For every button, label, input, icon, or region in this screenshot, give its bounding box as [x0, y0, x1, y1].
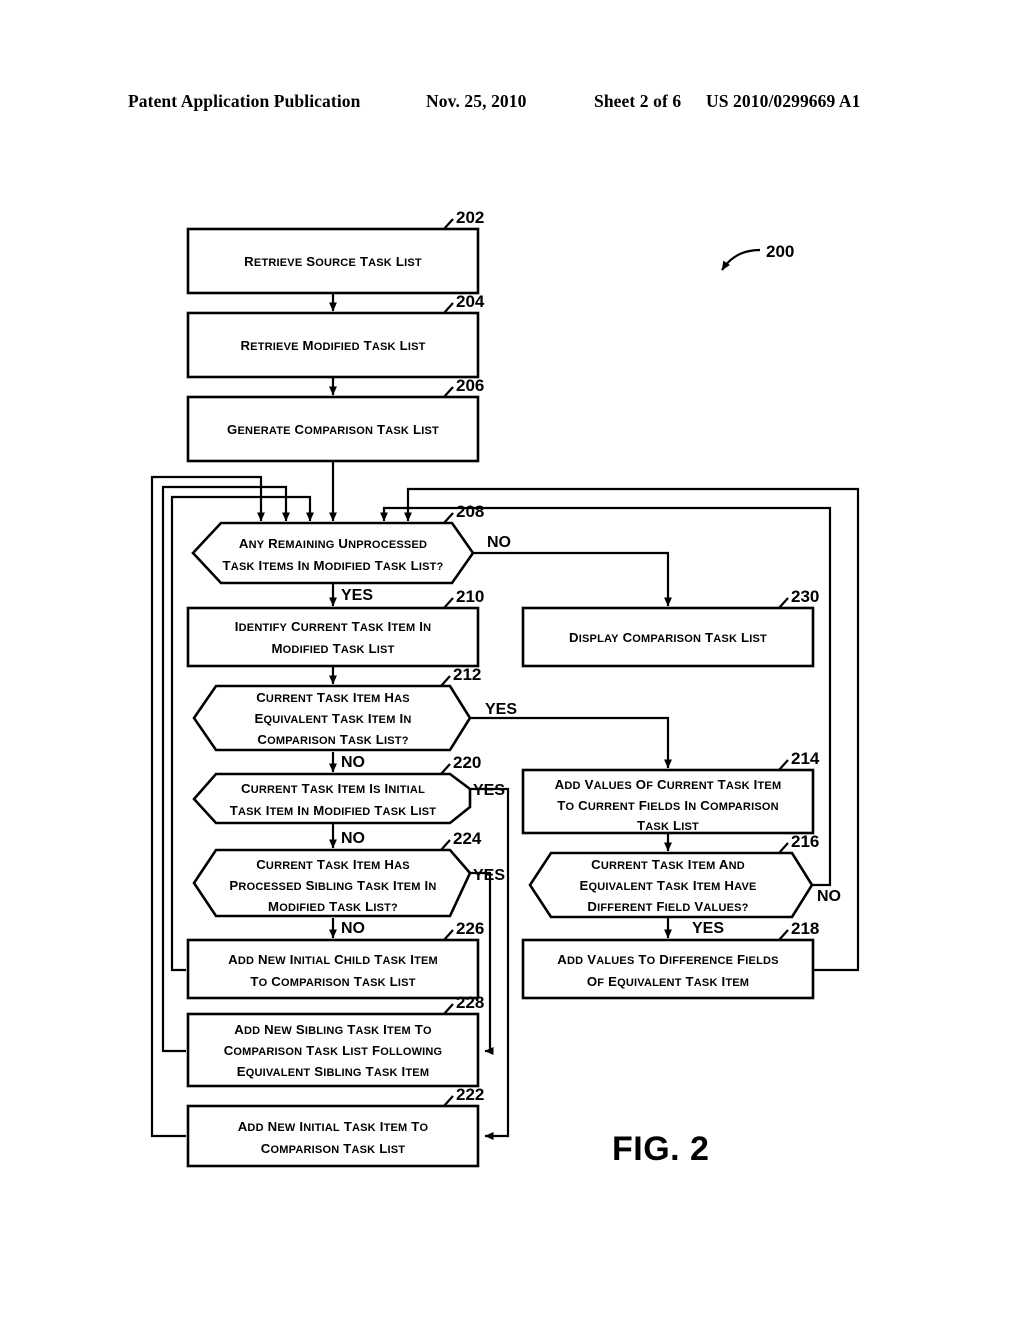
node-212[interactable]: CURRENT TASK ITEM HAS EQUIVALENT TASK IT… — [192, 665, 481, 752]
node-228-line-3: EQUIVALENT SIBLING TASK ITEM — [237, 1064, 429, 1079]
node-208-ref: 208 — [456, 502, 484, 521]
node-216-line-1: CURRENT TASK ITEM AND — [591, 857, 745, 872]
node-204-leader — [443, 302, 454, 314]
node-224-ref: 224 — [453, 829, 482, 848]
node-220-leader — [440, 763, 451, 775]
node-212-leader — [440, 675, 451, 687]
branch-label-212-yes: YES — [485, 701, 517, 718]
diagram-reference-200-leader — [721, 248, 761, 271]
node-226-line-1: ADD NEW INITIAL CHILD TASK ITEM — [228, 952, 438, 967]
node-224-line-1: CURRENT TASK ITEM HAS — [256, 857, 410, 872]
node-204-line-1: RETRIEVE MODIFIED TASK LIST — [240, 338, 425, 353]
node-202[interactable]: RETRIEVE SOURCE TASK LIST 202 — [186, 208, 484, 295]
branch-label-224-no: NO — [341, 920, 365, 937]
node-212-line-1: CURRENT TASK ITEM HAS — [256, 690, 410, 705]
node-218-leader — [778, 929, 789, 941]
node-216-line-2: EQUIVALENT TASK ITEM HAVE — [579, 878, 756, 893]
branch-label-220-no: NO — [341, 830, 365, 847]
node-220-line-2: TASK ITEM IN MODIFIED TASK LIST — [230, 803, 437, 818]
node-222-leader — [443, 1095, 454, 1107]
node-216-line-3: DIFFERENT FIELD VALUES? — [587, 899, 748, 914]
node-224-leader — [440, 839, 451, 851]
node-228-line-1: ADD NEW SIBLING TASK ITEM TO — [234, 1022, 432, 1037]
node-222-ref: 222 — [456, 1085, 484, 1104]
node-226-box[interactable] — [186, 938, 480, 1000]
node-216-leader — [778, 842, 789, 854]
node-212-ref: 212 — [453, 665, 481, 684]
node-222-line-1: ADD NEW INITIAL TASK ITEM TO — [238, 1119, 429, 1134]
node-210-line-1: IDENTIFY CURRENT TASK ITEM IN — [235, 619, 431, 634]
node-208-line-2: TASK ITEMS IN MODIFIED TASK LIST? — [223, 558, 444, 573]
node-206-leader — [443, 386, 454, 398]
node-214-leader — [778, 759, 789, 771]
node-228[interactable]: ADD NEW SIBLING TASK ITEM TO COMPARISON … — [186, 993, 484, 1088]
node-218-ref: 218 — [791, 919, 819, 938]
node-202-line-1: RETRIEVE SOURCE TASK LIST — [244, 254, 422, 269]
node-210-leader — [443, 597, 454, 609]
node-230-line-1: DISPLAY COMPARISON TASK LIST — [569, 630, 767, 645]
node-224-line-2: PROCESSED SIBLING TASK ITEM IN — [229, 878, 436, 893]
branch-label-208-yes: YES — [341, 587, 373, 604]
node-230-ref: 230 — [791, 587, 819, 606]
node-226-line-2: TO COMPARISON TASK LIST — [250, 974, 415, 989]
node-206[interactable]: GENERATE COMPARISON TASK LIST 206 — [186, 376, 484, 463]
node-220-line-1: CURRENT TASK ITEM IS INITIAL — [241, 781, 425, 796]
node-208-leader — [443, 512, 454, 524]
node-228-ref: 228 — [456, 993, 484, 1012]
node-206-line-1: GENERATE COMPARISON TASK LIST — [227, 422, 439, 437]
branch-label-208-no: NO — [487, 534, 511, 551]
node-214-ref: 214 — [791, 749, 820, 768]
node-226[interactable]: ADD NEW INITIAL CHILD TASK ITEM TO COMPA… — [186, 919, 484, 1000]
figure-caption: FIG. 2 — [612, 1130, 710, 1168]
node-230-leader — [778, 597, 789, 609]
node-208-line-1: ANY REMAINING UNPROCESSED — [239, 536, 427, 551]
node-210[interactable]: IDENTIFY CURRENT TASK ITEM IN MODIFIED T… — [186, 587, 484, 668]
node-218-line-2: OF EQUIVALENT TASK ITEM — [587, 974, 749, 989]
branch-label-224-yes: YES — [473, 867, 505, 884]
node-214-line-3: TASK LIST — [637, 818, 699, 833]
node-216[interactable]: CURRENT TASK ITEM AND EQUIVALENT TASK IT… — [528, 832, 819, 919]
edge-212-214-yes — [470, 716, 672, 769]
node-228-line-2: COMPARISON TASK LIST FOLLOWING — [224, 1043, 443, 1058]
node-204[interactable]: RETRIEVE MODIFIED TASK LIST 204 — [186, 292, 485, 379]
branch-label-216-no: NO — [817, 888, 841, 905]
node-218[interactable]: ADD VALUES TO DIFFERENCE FIELDS OF EQUIV… — [521, 919, 819, 1000]
node-226-ref: 226 — [456, 919, 484, 938]
node-210-box[interactable] — [186, 606, 480, 668]
node-222-box[interactable] — [186, 1104, 480, 1168]
node-222[interactable]: ADD NEW INITIAL TASK ITEM TO COMPARISON … — [186, 1085, 484, 1168]
branch-label-212-no: NO — [341, 754, 365, 771]
node-214[interactable]: ADD VALUES OF CURRENT TASK ITEM TO CURRE… — [521, 749, 820, 835]
node-212-line-3: COMPARISON TASK LIST? — [257, 732, 408, 747]
node-206-ref: 206 — [456, 376, 484, 395]
node-218-line-1: ADD VALUES TO DIFFERENCE FIELDS — [557, 952, 778, 967]
node-210-ref: 210 — [456, 587, 484, 606]
node-226-leader — [443, 929, 454, 941]
node-216-ref: 216 — [791, 832, 819, 851]
node-224-line-3: MODIFIED TASK LIST? — [268, 899, 398, 914]
node-202-ref: 202 — [456, 208, 484, 227]
node-210-line-2: MODIFIED TASK LIST — [271, 641, 394, 656]
node-230[interactable]: DISPLAY COMPARISON TASK LIST 230 — [521, 587, 819, 668]
node-204-ref: 204 — [456, 292, 485, 311]
diagram-reference-200: 200 — [721, 242, 794, 271]
node-208-hexagon[interactable] — [191, 521, 475, 585]
flowchart-figure-2: NO YES YES NO NO YES YES NO YES NO RETRI… — [150, 208, 860, 1168]
node-212-line-2: EQUIVALENT TASK ITEM IN — [255, 711, 412, 726]
diagram-reference-200-label: 200 — [766, 242, 794, 261]
node-222-line-2: COMPARISON TASK LIST — [261, 1141, 405, 1156]
edge-208-230-no — [473, 551, 672, 607]
node-208[interactable]: ANY REMAINING UNPROCESSED TASK ITEMS IN … — [191, 502, 484, 585]
node-214-line-1: ADD VALUES OF CURRENT TASK ITEM — [555, 777, 782, 792]
node-218-box[interactable] — [521, 938, 815, 1000]
branch-label-216-yes: YES — [692, 920, 724, 937]
node-224[interactable]: CURRENT TASK ITEM HAS PROCESSED SIBLING … — [192, 829, 482, 918]
node-220[interactable]: CURRENT TASK ITEM IS INITIAL TASK ITEM I… — [192, 753, 481, 825]
node-228-leader — [443, 1003, 454, 1015]
node-220-ref: 220 — [453, 753, 481, 772]
branch-label-220-yes: YES — [473, 782, 505, 799]
node-214-line-2: TO CURRENT FIELDS IN COMPARISON — [557, 798, 779, 813]
node-202-leader — [443, 218, 454, 230]
